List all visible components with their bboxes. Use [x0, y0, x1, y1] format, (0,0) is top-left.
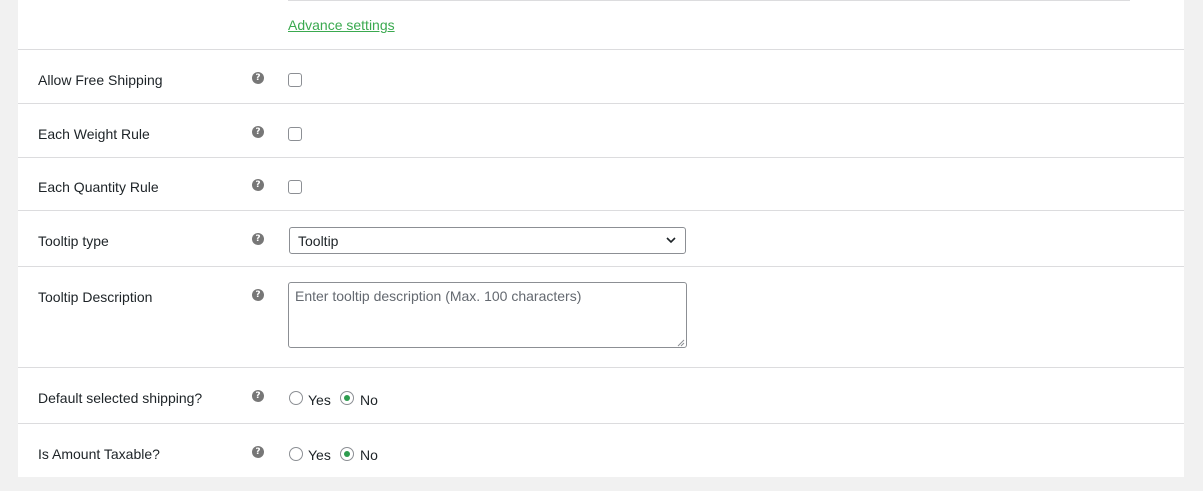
help-icon[interactable]: ? [252, 390, 264, 402]
field-label: Tooltip type [38, 233, 109, 249]
tooltip-description-textarea[interactable] [288, 282, 687, 348]
field-label: Default selected shipping? [38, 390, 203, 406]
field-label: Each Quantity Rule [38, 179, 159, 195]
default-shipping-yes-radio[interactable] [289, 391, 303, 405]
advance-settings-link[interactable]: Advance settings [288, 17, 395, 33]
default-shipping-no-radio[interactable] [340, 391, 354, 405]
select-value: Tooltip [298, 233, 339, 249]
resize-grip-icon[interactable] [677, 339, 685, 347]
radio-label-yes: Yes [308, 392, 331, 408]
divider [288, 0, 1130, 1]
each-weight-rule-checkbox[interactable] [288, 127, 302, 141]
amount-taxable-no-radio[interactable] [340, 447, 354, 461]
help-icon[interactable]: ? [252, 289, 264, 301]
help-icon[interactable]: ? [252, 126, 264, 138]
row-tooltip-type: Tooltip type ? Tooltip [18, 210, 1184, 266]
field-label: Is Amount Taxable? [38, 446, 160, 462]
row-each-weight-rule: Each Weight Rule ? [18, 103, 1184, 157]
row-each-quantity-rule: Each Quantity Rule ? [18, 157, 1184, 210]
chevron-down-icon [666, 237, 676, 244]
row-tooltip-description: Tooltip Description ? [18, 266, 1184, 367]
row-allow-free-shipping: Allow Free Shipping ? [18, 49, 1184, 103]
help-icon[interactable]: ? [252, 233, 264, 245]
field-label: Each Weight Rule [38, 126, 150, 142]
help-icon[interactable]: ? [252, 179, 264, 191]
settings-panel: Advance settings Allow Free Shipping ? E… [18, 0, 1184, 477]
tooltip-type-select[interactable]: Tooltip [289, 227, 686, 254]
field-label: Tooltip Description [38, 289, 153, 305]
field-label: Allow Free Shipping [38, 72, 163, 88]
radio-label-no: No [360, 447, 378, 463]
radio-label-no: No [360, 392, 378, 408]
row-is-amount-taxable: Is Amount Taxable? ? Yes No [18, 423, 1184, 478]
each-quantity-rule-checkbox[interactable] [288, 180, 302, 194]
help-icon[interactable]: ? [252, 72, 264, 84]
amount-taxable-yes-radio[interactable] [289, 447, 303, 461]
row-default-selected-shipping: Default selected shipping? ? Yes No [18, 367, 1184, 423]
allow-free-shipping-checkbox[interactable] [288, 73, 302, 87]
help-icon[interactable]: ? [252, 446, 264, 458]
radio-label-yes: Yes [308, 447, 331, 463]
